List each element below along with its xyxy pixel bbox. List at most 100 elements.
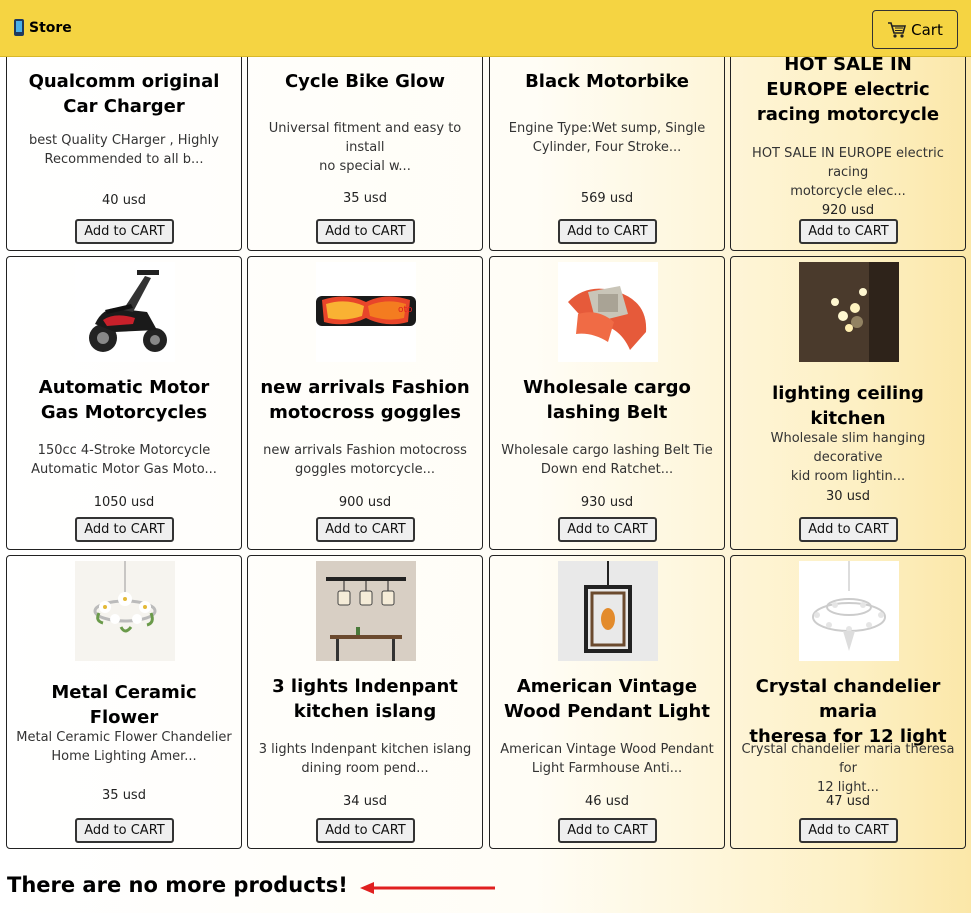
product-price: 34 usd [343,794,387,809]
product-description-line: Down end Ratchet... [540,462,674,477]
product-price: 35 usd [343,191,387,206]
no-more-products-message: There are no more products! [7,873,348,897]
pendant-lights-image [316,561,416,661]
product-title: American Vintage Wood Pendant Light [500,674,714,724]
product-price: 35 usd [102,788,146,803]
svg-text:oto: oto [398,305,413,315]
product-title: Automatic Motor Gas Motorcycles [17,375,231,425]
product-description-line: Light Farmhouse Anti... [531,761,683,776]
wood-pendant-image [558,561,658,661]
product-title-line: new arrivals Fashion [260,377,470,398]
product-description: Universal fitment and easy to install no … [256,119,474,176]
product-description-line: Automatic Motor Gas Moto... [31,462,217,477]
product-description-line: 150cc 4-Stroke Motorcycle [37,443,211,458]
product-title: Black Motorbike [500,69,714,94]
product-price: 930 usd [580,495,634,510]
add-to-cart-button[interactable]: Add to CART [316,818,415,843]
product-description: 3 lights lndenpant kitchen islang dining … [256,740,474,778]
product-description: Crystal chandelier maria theresa for 12 l… [739,740,957,797]
add-to-cart-button[interactable]: Add to CART [799,517,898,542]
product-description-line: 3 lights lndenpant kitchen islang [258,742,472,757]
add-to-cart-button[interactable]: Add to CART [316,219,415,244]
product-title: Metal Ceramic Flower [17,680,231,730]
product-title-line: Wood Pendant Light [504,701,710,722]
product-description-line: no special w... [319,159,411,174]
product-title: Wholesale cargo lashing Belt [500,375,714,425]
product-title-line: Crystal chandelier maria [755,676,941,722]
product-title-line: lashing Belt [546,402,668,423]
product-description-line: dining room pend... [301,761,429,776]
product-description-line: Recommended to all b... [44,152,204,167]
product-description: HOT SALE IN EUROPE electric racing motorc… [739,144,957,201]
product-title-line: Black Motorbike [525,71,689,92]
product-title-line: kitchen islang [293,701,437,722]
product-title-line: Gas Motorcycles [40,402,208,423]
add-to-cart-button[interactable]: Add to CART [799,818,898,843]
product-description-line: Metal Ceramic Flower Chandelier [16,730,232,745]
product-description-line: Wholesale cargo lashing Belt Tie [501,443,713,458]
product-description-line: goggles motorcycle... [295,462,435,477]
product-description-line: Engine Type:Wet sump, Single [508,121,706,136]
product-price: 30 usd [826,489,870,504]
product-title-line: racing motorcycle [756,104,940,125]
add-to-cart-button[interactable]: Add to CART [75,818,174,843]
cart-button[interactable]: Cart [872,10,958,49]
product-description-line: Crystal chandelier maria theresa for [741,742,955,776]
add-to-cart-button[interactable]: Add to CART [799,219,898,244]
product-card: American Vintage Wood Pendant Light Americ… [489,555,725,849]
product-title: Cycle Bike Glow [258,69,472,94]
product-description: Wholesale cargo lashing Belt Tie Down end… [498,441,716,479]
belt-image [558,262,658,362]
product-price: 40 usd [102,193,146,208]
add-to-cart-button[interactable]: Add to CART [558,517,657,542]
product-description: Wholesale slim hanging decorative kid roo… [739,429,957,486]
product-title: Crystal chandelier maria theresa for 12 l… [741,674,955,749]
goggles-image: oto [316,262,416,362]
phone-icon [14,19,24,36]
arrow-pointer-icon [360,882,495,894]
add-to-cart-button[interactable]: Add to CART [558,818,657,843]
product-title-line: Wholesale cargo [523,377,691,398]
product-title: Qualcomm original Car Charger [17,69,231,119]
add-to-cart-button[interactable]: Add to CART [316,517,415,542]
ceiling-light-image [799,262,899,362]
product-title-line: Qualcomm original [28,71,220,92]
product-description: Metal Ceramic Flower Chandelier Home Ligh… [15,728,233,766]
product-card: Metal Ceramic Flower Metal Ceramic Flower… [6,555,242,849]
product-title-line: American Vintage [516,676,698,697]
product-description-line: HOT SALE IN EUROPE electric racing [752,146,944,180]
product-card: Crystal chandelier maria theresa for 12 l… [730,555,966,849]
brand[interactable]: Store [14,19,72,36]
product-description-line: Cylinder, Four Stroke... [532,140,682,155]
product-description: Engine Type:Wet sump, Single Cylinder, Fo… [498,119,716,157]
product-title-line: motocross goggles [269,402,461,423]
product-price: 900 usd [338,495,392,510]
product-description-line: Universal fitment and easy to install [268,121,462,155]
product-price: 46 usd [585,794,629,809]
product-title-line: lighting ceiling kitchen [772,383,924,429]
add-to-cart-button[interactable]: Add to CART [75,219,174,244]
product-description-line: Home Lighting Amer... [51,749,197,764]
add-to-cart-button[interactable]: Add to CART [75,517,174,542]
product-description-line: Wholesale slim hanging decorative [770,431,926,465]
product-description: American Vintage Wood Pendant Light Farmh… [498,740,716,778]
product-card: oto new arrivals Fashion motocross goggles… [247,256,483,550]
product-description: 150cc 4-Stroke Motorcycle Automatic Motor… [15,441,233,479]
brand-label: Store [29,19,72,36]
top-navbar: Store Cart [0,0,971,57]
product-title: HOT SALE IN EUROPE electric racing motorcy… [741,52,955,127]
add-to-cart-button[interactable]: Add to CART [558,219,657,244]
product-description-line: motorcycle elec... [790,184,906,199]
product-description-line: best Quality CHarger , Highly [29,133,219,148]
scooter-image [75,262,175,362]
cart-icon [887,21,907,39]
product-card: 3 lights lndenpant kitchen islang 3 lights… [247,555,483,849]
product-description-line: American Vintage Wood Pendant [500,742,714,757]
product-title-line: Car Charger [63,96,185,117]
product-title-line: Cycle Bike Glow [284,71,446,92]
product-grid: Qualcomm original Car Charger best Quality… [0,0,971,913]
crystal-chandelier-image [799,561,899,661]
product-card: Wholesale cargo lashing Belt Wholesale car… [489,256,725,550]
product-description-line: new arrivals Fashion motocross [263,443,467,458]
product-price: 569 usd [580,191,634,206]
